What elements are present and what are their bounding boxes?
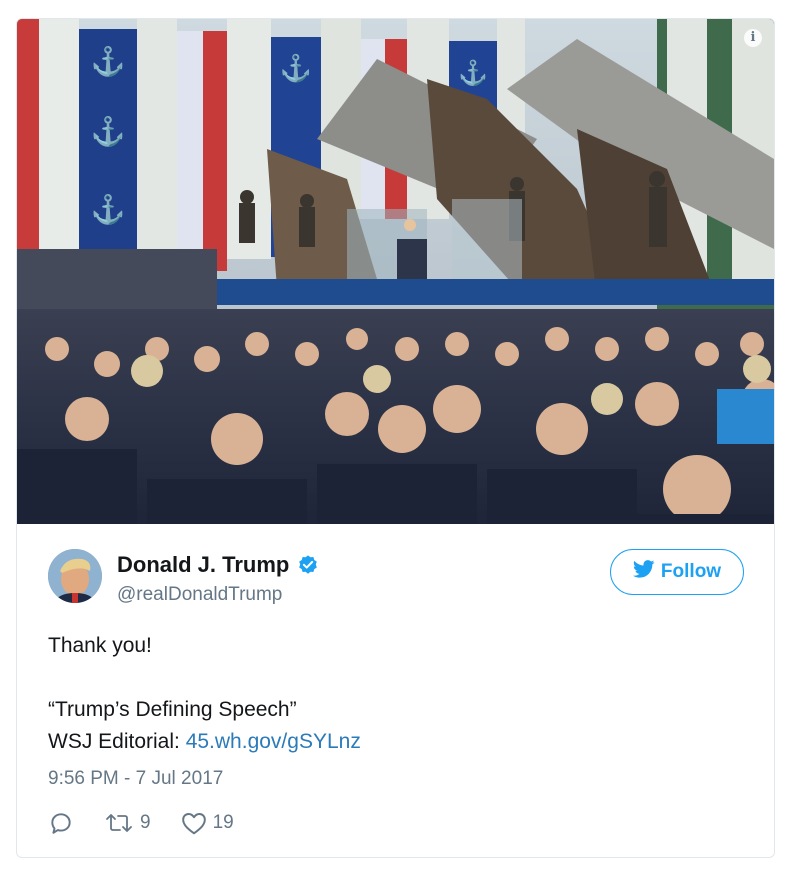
like-button[interactable]: 19 [181,811,234,835]
avatar[interactable] [48,549,102,603]
tweet-link[interactable]: 45.wh.gov/gSYLnz [186,730,361,753]
info-icon[interactable]: i [744,29,762,47]
svg-text:⚓: ⚓ [91,115,126,148]
svg-text:⚓: ⚓ [458,59,488,87]
follow-label: Follow [660,561,722,582]
svg-text:⚓: ⚓ [91,193,126,226]
svg-text:⚓: ⚓ [280,53,312,84]
tweet-text: Thank you! “Trump’s Defining Speech” WSJ… [48,630,748,758]
tweet-text-line: Thank you! [48,634,152,657]
tweet-photo[interactable]: ⚓ ⚓ ⚓ ⚓ ⚓ i [17,19,774,524]
retweet-icon [104,811,134,835]
reply-button[interactable] [48,810,74,836]
display-name-text: Donald J. Trump [117,552,290,577]
retweet-count: 9 [140,812,151,833]
like-count: 19 [212,812,234,833]
verified-badge-icon [297,554,319,576]
heart-icon [181,811,207,835]
profile-photo-icon [48,549,102,603]
display-name[interactable]: Donald J. Trump [117,552,319,578]
tweet-card: ⚓ ⚓ ⚓ ⚓ ⚓ i Donald J. Trump @realDonaldT… [16,18,775,858]
svg-text:⚓: ⚓ [91,45,126,78]
tweet-text-line: “Trump’s Defining Speech” [48,698,297,721]
twitter-bird-icon [632,560,655,584]
tweet-actions: 9 19 [48,810,264,836]
reply-icon [48,810,74,836]
tweet-text-prefix: WSJ Editorial: [48,730,186,753]
user-handle[interactable]: @realDonaldTrump [117,584,282,606]
tweet-timestamp[interactable]: 9:56 PM - 7 Jul 2017 [48,768,223,790]
speech-crowd-photo: ⚓ ⚓ ⚓ ⚓ ⚓ [17,19,774,524]
follow-button[interactable]: Follow [610,549,744,595]
retweet-button[interactable]: 9 [104,811,151,835]
tweet-text-line: WSJ Editorial: 45.wh.gov/gSYLnz [48,726,748,758]
